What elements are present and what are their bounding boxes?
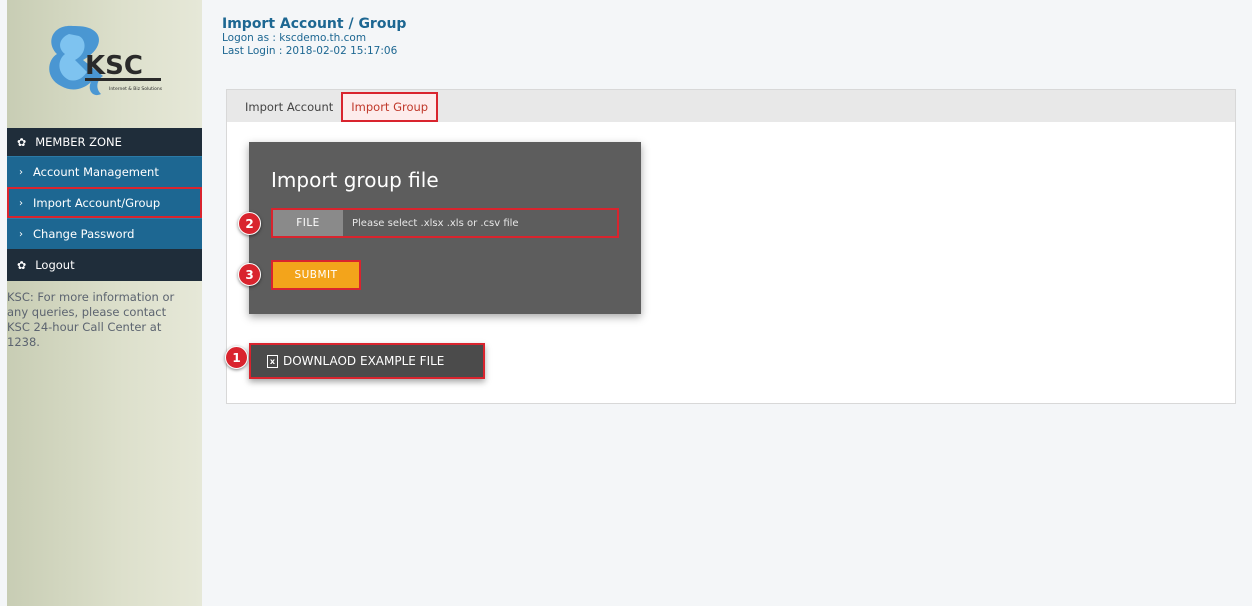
logo-area: KSC Internet & Biz Solutions [7, 0, 202, 128]
member-zone-label: MEMBER ZONE [35, 135, 122, 149]
logout-button[interactable]: ✿ Logout [7, 249, 202, 281]
logo-tagline: Internet & Biz Solutions [109, 86, 163, 92]
tab-import-group[interactable]: Import Group [341, 92, 439, 122]
import-box-title: Import group file [271, 168, 439, 192]
page-title: Import Account / Group [222, 16, 407, 32]
chevron-right-icon: › [19, 228, 23, 240]
chevron-right-icon: › [19, 197, 23, 209]
tab-bar: Import Account Import Group [227, 90, 1235, 122]
last-login-info: Last Login : 2018-02-02 15:17:06 [222, 45, 398, 57]
file-placeholder[interactable]: Please select .xlsx .xls or .csv file [343, 218, 519, 229]
gear-icon: ✿ [17, 258, 27, 272]
step-badge-3: 3 [238, 263, 261, 286]
chevron-right-icon: › [19, 166, 23, 178]
gear-icon: ✿ [17, 135, 27, 149]
download-label: DOWNLAOD EXAMPLE FILE [283, 354, 445, 368]
logo-text: KSC [85, 51, 143, 81]
step-badge-2: 2 [238, 212, 261, 235]
sidebar-item-label: Change Password [33, 227, 135, 241]
step-badge-1: 1 [225, 346, 248, 369]
page-header: Import Account / Group Logon as : kscdem… [222, 16, 406, 58]
contact-note: KSC: For more information or any queries… [7, 290, 175, 349]
import-group-box: Import group file FILE Please select .xl… [249, 142, 641, 314]
file-button[interactable]: FILE [273, 210, 343, 236]
sidebar: KSC Internet & Biz Solutions ✿ MEMBER ZO… [7, 0, 202, 606]
sidebar-item-change-password[interactable]: › Change Password [7, 218, 202, 249]
sidebar-item-import-account-group[interactable]: › Import Account/Group [7, 187, 202, 218]
file-input-row[interactable]: FILE Please select .xlsx .xls or .csv fi… [271, 208, 619, 238]
logout-label: Logout [35, 258, 75, 272]
ksc-logo: KSC Internet & Biz Solutions [49, 25, 163, 96]
download-example-button[interactable]: x DOWNLAOD EXAMPLE FILE [249, 343, 485, 379]
sidebar-item-label: Import Account/Group [33, 196, 161, 210]
submit-button[interactable]: SUBMIT [271, 260, 361, 290]
sidebar-item-label: Account Management [33, 165, 159, 179]
tab-content: Import group file FILE Please select .xl… [227, 122, 1235, 404]
excel-file-icon: x [267, 354, 278, 368]
tab-import-account[interactable]: Import Account [237, 92, 341, 122]
member-zone-header: ✿ MEMBER ZONE [7, 128, 202, 156]
import-panel: Import Account Import Group Import group… [226, 89, 1236, 404]
logon-info: Logon as : kscdemo.th.com [222, 32, 367, 44]
sidebar-item-account-management[interactable]: › Account Management [7, 156, 202, 187]
